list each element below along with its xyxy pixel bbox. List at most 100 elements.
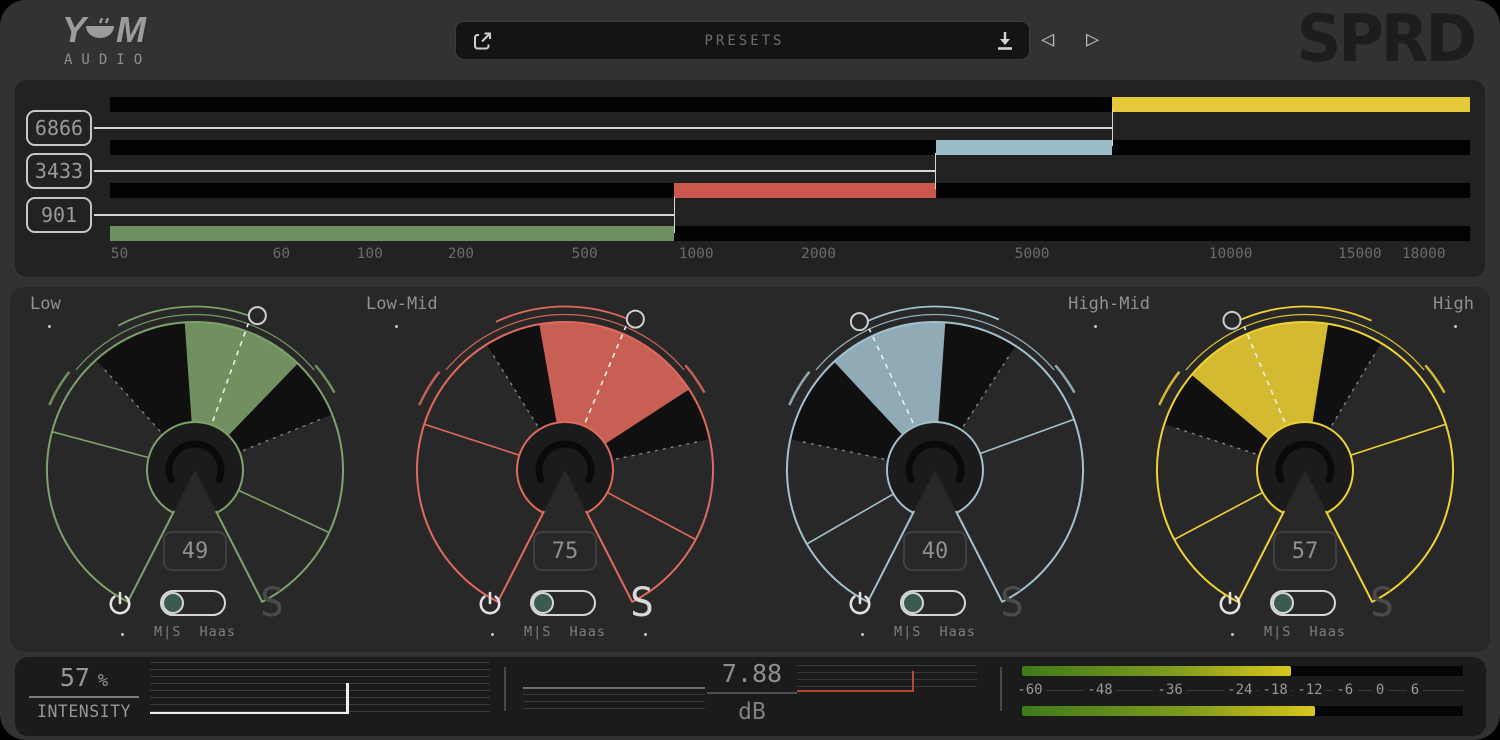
intensity-slider-handle[interactable] — [346, 683, 349, 714]
band-value-high[interactable]: 57 — [1273, 531, 1337, 571]
preset-next-button[interactable]: ▷ — [1086, 26, 1099, 54]
power-dot — [861, 633, 864, 636]
footer-separator — [504, 667, 506, 711]
ms-haas-toggle[interactable] — [160, 590, 226, 616]
axis-tick-label: 100 — [357, 246, 383, 262]
axis-tick-label: 500 — [572, 246, 598, 262]
band-label-dot — [1094, 325, 1097, 328]
crossover-line — [94, 127, 1112, 129]
gain-slider-track[interactable] — [523, 687, 705, 715]
dial-handle[interactable] — [1224, 312, 1241, 329]
band-controls-high: S — [1120, 588, 1490, 618]
sprd-logo: SPRD — [1297, 0, 1474, 80]
haas-label: Haas — [569, 624, 606, 640]
intensity-slider-line — [150, 712, 347, 714]
toggle-labels: M|S Haas — [1120, 624, 1490, 640]
footer-separator — [1000, 667, 1002, 711]
power-icon[interactable] — [1216, 589, 1244, 617]
spread-dial-high-mid[interactable] — [765, 287, 1105, 627]
crossover-freq-box[interactable]: 3433 — [26, 153, 92, 189]
solo-button[interactable]: S — [1000, 588, 1024, 618]
dial-handle[interactable] — [627, 311, 644, 328]
band-value-high-mid[interactable]: 40 — [903, 531, 967, 571]
spectrum-band-segment-high — [1112, 97, 1470, 112]
haas-label: Haas — [1309, 624, 1346, 640]
intensity-slider[interactable] — [150, 662, 490, 714]
crossover-freq-box[interactable]: 901 — [26, 197, 92, 233]
ms-label: M|S — [154, 624, 181, 640]
label-gap — [551, 624, 569, 640]
meter-tick-label: -18 — [1258, 682, 1291, 698]
band-cell-low: Low 49 S M|S Haas — [10, 287, 380, 652]
spread-dial-high[interactable] — [1135, 287, 1475, 627]
preset-label[interactable]: PRESETS — [494, 33, 995, 49]
yum-audio-logo: Y M AUDIO — [62, 12, 151, 68]
meter-scale: -60-48-36-24-18-12-606 — [1022, 682, 1463, 698]
bowl-icon — [85, 18, 115, 44]
power-icon[interactable] — [476, 589, 504, 617]
axis-tick-label: 2000 — [801, 246, 836, 262]
toggle-knob[interactable] — [1272, 592, 1294, 614]
label-gap — [1291, 624, 1309, 640]
band-cell-high: High 57 S M|S Haas — [1120, 287, 1490, 652]
band-value-low-mid[interactable]: 75 — [533, 531, 597, 571]
spread-dial-low-mid[interactable] — [395, 287, 735, 627]
preset-save-icon[interactable] — [995, 30, 1015, 52]
intensity-rule — [29, 696, 139, 698]
ms-label: M|S — [524, 624, 551, 640]
haas-label: Haas — [199, 624, 236, 640]
toggle-knob[interactable] — [162, 592, 184, 614]
ms-haas-toggle[interactable] — [530, 590, 596, 616]
gain-rule — [707, 692, 797, 694]
preset-bar[interactable]: PRESETS — [455, 21, 1030, 60]
meter-tick-label: -24 — [1223, 682, 1256, 698]
toggle-labels: M|S Haas — [750, 624, 1120, 640]
preset-prev-button[interactable]: ◁ — [1041, 26, 1054, 54]
preset-browse-icon[interactable] — [472, 30, 494, 52]
haas-label: Haas — [939, 624, 976, 640]
axis-tick-label: 15000 — [1338, 246, 1382, 262]
axis-tick-label: 18000 — [1402, 246, 1446, 262]
level-meter-left-fill — [1022, 666, 1291, 676]
dial-handle[interactable] — [851, 313, 868, 330]
band-label-low-mid: Low-Mid — [366, 294, 438, 314]
bands-panel: Low49SM|S HaasLow-Mid75SM|S HaasHigh-Mid… — [10, 287, 1490, 652]
axis-tick-label: 50 — [111, 246, 128, 262]
band-label-low: Low — [30, 294, 61, 314]
spectrum-track — [110, 183, 1470, 198]
spectrum-band-segment-high-mid — [936, 140, 1113, 155]
meter-tick-label: -60 — [1013, 682, 1046, 698]
solo-button[interactable]: S — [1370, 588, 1394, 618]
ms-haas-toggle[interactable] — [1270, 590, 1336, 616]
toggle-knob[interactable] — [902, 592, 924, 614]
brand-letter-y: Y — [62, 12, 84, 48]
band-value-low[interactable]: 49 — [163, 531, 227, 571]
level-meter-right — [1022, 706, 1463, 716]
spectrum-band-segment-low — [110, 226, 674, 241]
level-meter-left — [1022, 666, 1463, 676]
band-cell-low-mid: Low-Mid75SM|S Haas — [380, 287, 750, 652]
ms-label: M|S — [1264, 624, 1291, 640]
crossover-line — [94, 214, 674, 216]
power-icon[interactable] — [846, 589, 874, 617]
dial-handle[interactable] — [249, 307, 266, 324]
gain-value[interactable]: 7.88 — [707, 659, 797, 688]
band-controls-high-mid: S — [750, 588, 1120, 618]
label-gap — [181, 624, 199, 640]
footer-bar: 57% INTENSITY 7.88 dB -60-48-36-24-18-12… — [15, 657, 1486, 736]
spread-dial-low[interactable] — [25, 287, 365, 627]
meter-tick-label: -6 — [1332, 682, 1357, 698]
ms-haas-toggle[interactable] — [900, 590, 966, 616]
gain-meter-handle[interactable] — [912, 671, 914, 692]
solo-button[interactable]: S — [260, 588, 284, 618]
band-label-dot — [48, 325, 51, 328]
toggle-knob[interactable] — [532, 592, 554, 614]
crossover-line — [94, 170, 936, 172]
band-label-dot — [395, 325, 398, 328]
crossover-freq-box[interactable]: 6866 — [26, 110, 92, 146]
gain-meter[interactable] — [797, 665, 977, 695]
solo-button[interactable]: S — [630, 588, 654, 618]
band-label-high: High — [1433, 294, 1474, 314]
power-icon[interactable] — [106, 589, 134, 617]
intensity-label: INTENSITY — [29, 702, 139, 721]
